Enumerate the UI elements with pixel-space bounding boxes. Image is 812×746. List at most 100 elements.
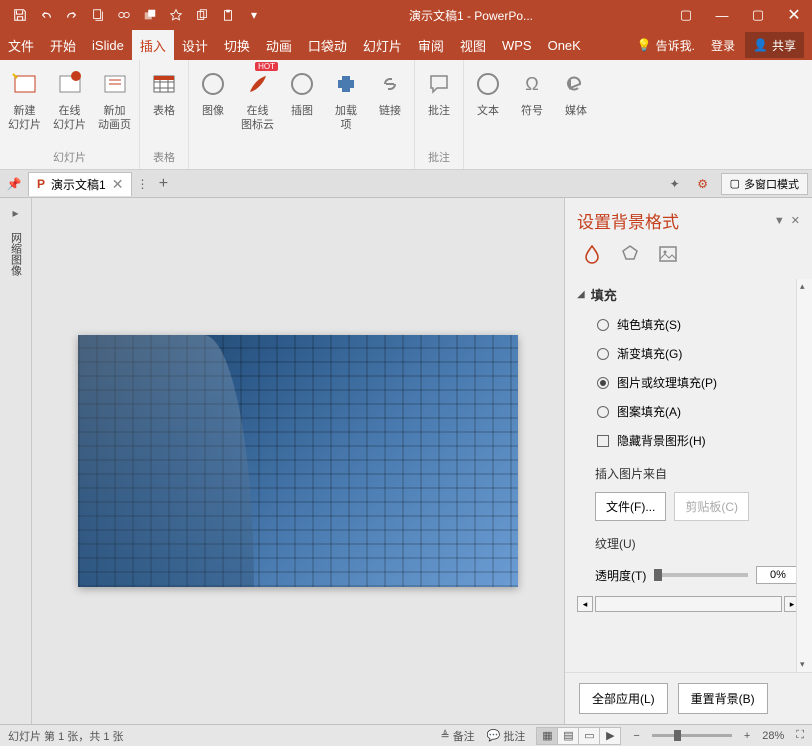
- qat-shape-button[interactable]: [138, 3, 162, 27]
- tab-islide[interactable]: iSlide: [84, 30, 132, 60]
- zoom-slider[interactable]: [652, 734, 732, 737]
- save-button[interactable]: [8, 3, 32, 27]
- qat-more-button[interactable]: ▾: [242, 3, 266, 27]
- scroll-left-button[interactable]: ◂: [577, 596, 593, 612]
- qat-paste-button[interactable]: [216, 3, 240, 27]
- qat-page-button[interactable]: [86, 3, 110, 27]
- slide[interactable]: [78, 335, 518, 587]
- document-tab[interactable]: P 演示文稿1 ✕: [28, 172, 132, 196]
- zoom-in-button[interactable]: +: [744, 730, 750, 742]
- media-button[interactable]: 媒体: [554, 64, 598, 151]
- normal-view-button[interactable]: ▦: [536, 727, 558, 745]
- comment-button[interactable]: 批注: [417, 64, 461, 147]
- ribbon-group-slides: 新建 幻灯片 在线 幻灯片 新加 动画页 幻灯片: [0, 60, 140, 169]
- fit-window-button[interactable]: ⛶: [796, 729, 804, 742]
- reset-bg-button[interactable]: 重置背景(B): [678, 683, 768, 714]
- zoom-out-button[interactable]: −: [633, 730, 639, 742]
- radio-icon: [597, 406, 609, 418]
- pattern-fill-radio[interactable]: 图案填充(A): [577, 397, 800, 426]
- new-anim-icon: [99, 68, 131, 100]
- tab-transition[interactable]: 切换: [216, 30, 258, 60]
- table-icon: [148, 68, 180, 100]
- maximize-button[interactable]: ▢: [740, 0, 776, 30]
- minimize-button[interactable]: —: [704, 0, 740, 30]
- close-tab-button[interactable]: ✕: [112, 176, 124, 193]
- hide-bg-checkbox[interactable]: 隐藏背景图形(H): [577, 426, 800, 455]
- tab-review[interactable]: 审阅: [410, 30, 452, 60]
- redo-button[interactable]: [60, 3, 84, 27]
- zoom-value[interactable]: 28%: [762, 730, 784, 742]
- symbol-button[interactable]: Ω 符号: [510, 64, 554, 151]
- text-icon: [472, 68, 504, 100]
- panel-category-tabs: [565, 241, 812, 279]
- tab-onek[interactable]: OneK: [540, 30, 589, 60]
- thumbnail-panel-label[interactable]: 网缩图像: [8, 232, 24, 276]
- panel-horizontal-scrollbar[interactable]: ◂ ▸: [577, 592, 800, 616]
- tab-insert[interactable]: 插入: [132, 30, 174, 60]
- slide-canvas[interactable]: [32, 198, 564, 724]
- star-icon[interactable]: ✦: [665, 174, 685, 194]
- text-button[interactable]: 文本: [466, 64, 510, 151]
- ribbon-options-button[interactable]: ▢: [668, 0, 704, 30]
- transparency-value[interactable]: 0%: [756, 566, 800, 584]
- online-slide-button[interactable]: 在线 幻灯片: [47, 64, 92, 147]
- apply-all-button[interactable]: 全部应用(L): [579, 683, 668, 714]
- tab-pocket[interactable]: 口袋动: [300, 30, 355, 60]
- table-button[interactable]: 表格: [142, 64, 186, 147]
- fill-tab[interactable]: [579, 241, 605, 267]
- addin-button[interactable]: 加载 项: [324, 64, 368, 151]
- slideshow-view-button[interactable]: ▶: [599, 727, 621, 745]
- login-button[interactable]: 登录: [705, 32, 741, 58]
- tab-design[interactable]: 设计: [174, 30, 216, 60]
- symbol-icon: Ω: [516, 68, 548, 100]
- zoom-thumb[interactable]: [674, 730, 681, 741]
- quick-access-toolbar: ▾: [0, 3, 274, 27]
- transparency-label: 透明度(T): [595, 567, 646, 584]
- picture-fill-radio[interactable]: 图片或纹理填充(P): [577, 368, 800, 397]
- share-button[interactable]: 👤共享: [745, 32, 804, 58]
- reading-view-button[interactable]: ▭: [578, 727, 600, 745]
- gradient-fill-radio[interactable]: 渐变填充(G): [577, 339, 800, 368]
- tab-animation[interactable]: 动画: [258, 30, 300, 60]
- qat-star-button[interactable]: [164, 3, 188, 27]
- scroll-track[interactable]: [595, 596, 782, 612]
- image-icon: [197, 68, 229, 100]
- tab-file[interactable]: 文件: [0, 30, 42, 60]
- tab-menu-button[interactable]: ⋮: [136, 177, 148, 191]
- image-button[interactable]: 图像: [191, 64, 235, 151]
- comment-icon: [423, 68, 455, 100]
- panel-close-button[interactable]: ✕: [791, 214, 800, 227]
- file-button[interactable]: 文件(F)...: [595, 492, 666, 521]
- notes-button[interactable]: ≜ 备注: [440, 728, 474, 744]
- illustration-button[interactable]: 插图: [280, 64, 324, 151]
- panel-vertical-scrollbar[interactable]: [796, 279, 812, 672]
- close-button[interactable]: ✕: [776, 0, 812, 30]
- undo-button[interactable]: [34, 3, 58, 27]
- gear-icon[interactable]: ⚙: [693, 174, 713, 194]
- add-tab-button[interactable]: +: [152, 173, 174, 195]
- new-anim-button[interactable]: 新加 动画页: [92, 64, 137, 147]
- comments-button[interactable]: 💬 批注: [487, 728, 526, 744]
- qat-link-button[interactable]: [112, 3, 136, 27]
- sorter-view-button[interactable]: ▤: [557, 727, 579, 745]
- effects-tab[interactable]: [617, 241, 643, 267]
- panel-dropdown-button[interactable]: ▼: [774, 215, 785, 227]
- transparency-slider[interactable]: [654, 573, 748, 577]
- solid-fill-radio[interactable]: 纯色填充(S): [577, 310, 800, 339]
- picture-tab[interactable]: [655, 241, 681, 267]
- tab-home[interactable]: 开始: [42, 30, 84, 60]
- slide-background-image: [78, 335, 518, 587]
- pin-icon[interactable]: 📌: [4, 174, 24, 194]
- tellme-button[interactable]: 💡告诉我.: [631, 32, 701, 58]
- multiwindow-button[interactable]: ▢ 多窗口模式: [721, 173, 808, 195]
- icon-cloud-button[interactable]: HOT 在线 图标云: [235, 64, 280, 151]
- tab-slideshow[interactable]: 幻灯片: [355, 30, 410, 60]
- link-button[interactable]: 链接: [368, 64, 412, 151]
- expand-thumbnails-button[interactable]: ▸: [12, 206, 18, 220]
- fill-section-header[interactable]: ◢ 填充: [577, 279, 800, 310]
- tab-wps[interactable]: WPS: [494, 30, 540, 60]
- tab-view[interactable]: 视图: [452, 30, 494, 60]
- new-slide-button[interactable]: 新建 幻灯片: [2, 64, 47, 147]
- qat-copy-button[interactable]: [190, 3, 214, 27]
- slider-thumb[interactable]: [654, 569, 662, 581]
